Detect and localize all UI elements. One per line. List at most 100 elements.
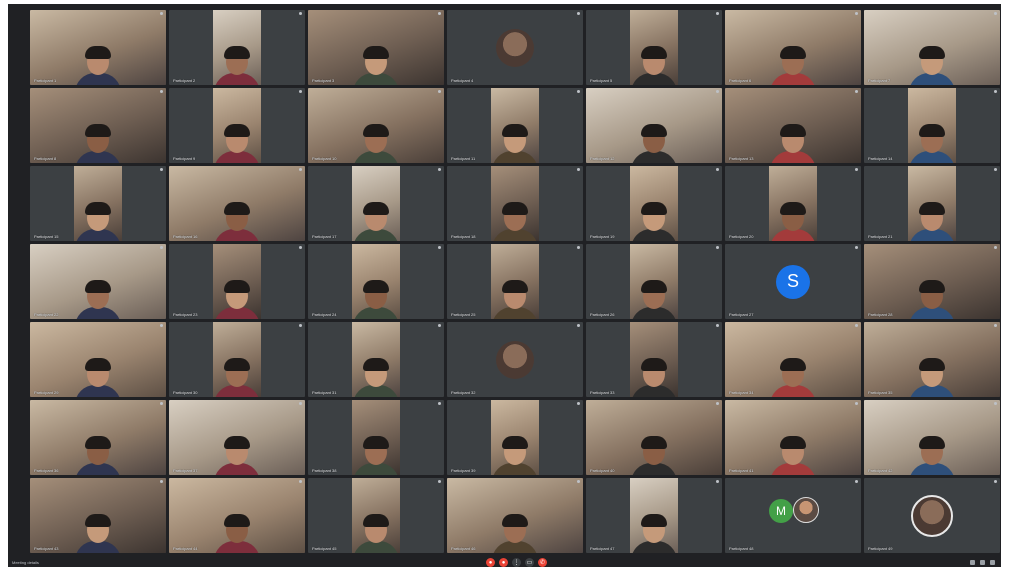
participant-name: Participant 26 xyxy=(590,312,615,317)
participant-tile[interactable]: Participant 23 xyxy=(169,244,305,319)
participant-figure xyxy=(75,46,121,85)
participant-tile[interactable]: Participant 46 xyxy=(447,478,583,553)
participant-tile[interactable]: Participant 37 xyxy=(169,400,305,475)
mic-status-icon xyxy=(994,12,997,15)
mic-status-icon xyxy=(577,12,580,15)
participant-tile[interactable]: Participant 14 xyxy=(864,88,1000,163)
participant-tile[interactable]: Participant 49 xyxy=(864,478,1000,553)
participant-figure xyxy=(909,358,955,397)
participant-grid: Participant 1 Participant 2 Participant 3 P… xyxy=(30,10,1000,553)
participant-tile[interactable]: Participant 31 xyxy=(308,322,444,397)
participant-tile[interactable]: Participant 30 xyxy=(169,322,305,397)
video-feed xyxy=(630,10,678,85)
participant-tile[interactable]: Participant 18 xyxy=(447,166,583,241)
participant-tile[interactable]: Participant 29 xyxy=(30,322,166,397)
participant-tile[interactable]: Participant 43 xyxy=(30,478,166,553)
participant-tile[interactable]: Participant 11 xyxy=(447,88,583,163)
participant-tile[interactable]: Participant 7 xyxy=(864,10,1000,85)
participant-tile[interactable]: Participant 45 xyxy=(308,478,444,553)
participant-tile[interactable]: M Participant 48 xyxy=(725,478,861,553)
participant-name: Participant 24 xyxy=(312,312,337,317)
participant-figure xyxy=(214,358,260,397)
participant-tile[interactable]: Participant 40 xyxy=(586,400,722,475)
participant-tile[interactable]: Participant 47 xyxy=(586,478,722,553)
participant-tile[interactable]: Participant 33 xyxy=(586,322,722,397)
participant-tile[interactable]: Participant 21 xyxy=(864,166,1000,241)
video-feed xyxy=(213,10,261,85)
participant-tile[interactable]: Participant 1 xyxy=(30,10,166,85)
mic-status-icon xyxy=(577,246,580,249)
participant-tile[interactable]: Participant 6 xyxy=(725,10,861,85)
video-feed xyxy=(908,166,956,241)
participant-figure xyxy=(631,124,677,163)
participant-tile[interactable]: Participant 12 xyxy=(586,88,722,163)
participant-figure xyxy=(770,202,816,241)
participant-tile[interactable]: Participant 25 xyxy=(447,244,583,319)
participant-figure xyxy=(353,358,399,397)
video-feed xyxy=(586,400,722,475)
mic-status-icon xyxy=(438,168,441,171)
mic-status-icon xyxy=(299,168,302,171)
participant-figure xyxy=(631,46,677,85)
participant-figure xyxy=(909,280,955,319)
participant-tile[interactable]: Participant 5 xyxy=(586,10,722,85)
participant-tile[interactable]: Participant 13 xyxy=(725,88,861,163)
video-feed xyxy=(30,322,166,397)
participant-tile[interactable]: Participant 19 xyxy=(586,166,722,241)
participant-tile[interactable]: Participant 34 xyxy=(725,322,861,397)
participant-tile[interactable]: Participant 22 xyxy=(30,244,166,319)
participant-name: Participant 17 xyxy=(312,234,337,239)
participant-tile[interactable]: Participant 38 xyxy=(308,400,444,475)
participant-tile[interactable]: Participant 39 xyxy=(447,400,583,475)
participant-name: Participant 21 xyxy=(868,234,893,239)
participant-figure xyxy=(214,124,260,163)
participant-tile[interactable]: Participant 3 xyxy=(308,10,444,85)
participant-name: Participant 12 xyxy=(590,156,615,161)
video-feed xyxy=(308,88,444,163)
mic-button[interactable]: ● xyxy=(486,558,495,567)
participant-tile[interactable]: Participant 35 xyxy=(864,322,1000,397)
video-feed xyxy=(491,166,539,241)
participant-tile[interactable]: Participant 28 xyxy=(864,244,1000,319)
more-button[interactable]: ⋮ xyxy=(512,558,521,567)
participant-figure xyxy=(770,436,816,475)
video-feed xyxy=(725,400,861,475)
participant-tile[interactable]: Participant 32 xyxy=(447,322,583,397)
participant-tile[interactable]: S Participant 27 xyxy=(725,244,861,319)
mic-status-icon xyxy=(160,90,163,93)
participant-figure xyxy=(631,514,677,553)
participant-figure xyxy=(631,280,677,319)
meeting-details-label[interactable]: Meeting details xyxy=(12,560,39,565)
participant-tile[interactable]: Participant 4 xyxy=(447,10,583,85)
participant-tile[interactable]: Participant 10 xyxy=(308,88,444,163)
participant-figure xyxy=(353,436,399,475)
participant-tile[interactable]: Participant 44 xyxy=(169,478,305,553)
participant-tile[interactable]: Participant 36 xyxy=(30,400,166,475)
video-feed xyxy=(630,166,678,241)
participant-tile[interactable]: Participant 24 xyxy=(308,244,444,319)
avatar-photo xyxy=(496,340,534,379)
participant-tile[interactable]: Participant 17 xyxy=(308,166,444,241)
end-call-button[interactable]: ✆ xyxy=(538,558,547,567)
mic-status-icon xyxy=(160,246,163,249)
video-feed xyxy=(630,478,678,553)
activities-icon[interactable] xyxy=(990,560,995,565)
mic-status-icon xyxy=(577,90,580,93)
participant-tile[interactable]: Participant 2 xyxy=(169,10,305,85)
video-feed xyxy=(352,400,400,475)
mic-status-icon xyxy=(577,324,580,327)
participant-tile[interactable]: Participant 8 xyxy=(30,88,166,163)
chat-icon[interactable] xyxy=(980,560,985,565)
participant-tile[interactable]: Participant 20 xyxy=(725,166,861,241)
participant-tile[interactable]: Participant 26 xyxy=(586,244,722,319)
mic-status-icon xyxy=(855,402,858,405)
participant-tile[interactable]: Participant 15 xyxy=(30,166,166,241)
mic-status-icon xyxy=(994,168,997,171)
participant-tile[interactable]: Participant 16 xyxy=(169,166,305,241)
present-button[interactable]: ▭ xyxy=(525,558,534,567)
participant-tile[interactable]: Participant 42 xyxy=(864,400,1000,475)
participant-tile[interactable]: Participant 41 xyxy=(725,400,861,475)
people-icon[interactable] xyxy=(970,560,975,565)
participant-tile[interactable]: Participant 9 xyxy=(169,88,305,163)
camera-button[interactable]: ● xyxy=(499,558,508,567)
